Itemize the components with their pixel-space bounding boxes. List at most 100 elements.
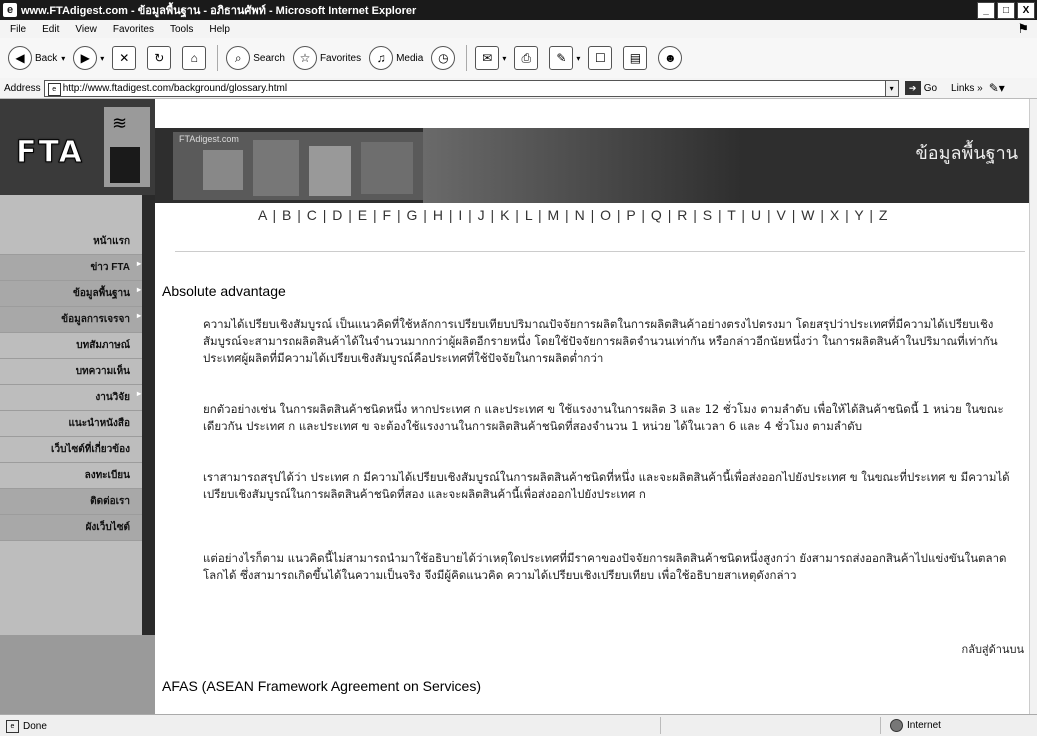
maximize-button[interactable]: □ xyxy=(997,2,1015,19)
media-button[interactable]: ♫ Media xyxy=(369,46,423,70)
logo-block xyxy=(110,147,140,183)
nav-item-contact[interactable]: ติดต่อเรา xyxy=(0,489,142,515)
section-heading: ข้อมูลพื้นฐาน xyxy=(915,143,1018,163)
back-arrow-icon: ◀ xyxy=(8,46,32,70)
forward-button[interactable]: ▶ ▾ xyxy=(73,46,104,70)
nav-item-books[interactable]: แนะนำหนังสือ xyxy=(0,411,142,437)
back-to-top-link[interactable]: กลับสู่ด้านบน xyxy=(962,640,1024,658)
back-button[interactable]: ◀ Back ▾ xyxy=(8,46,65,70)
vertical-scrollbar[interactable] xyxy=(1029,99,1037,714)
research-icon: ▤ xyxy=(623,46,648,70)
standard-toolbar: ◀ Back ▾ ▶ ▾ ✕ ↻ ⌂ ⌕ Search ☆ Favorites … xyxy=(0,38,1037,79)
nav-item-home[interactable]: หน้าแรก xyxy=(0,229,142,255)
stop-icon: ✕ xyxy=(112,46,137,70)
edit-dropdown-icon: ▾ xyxy=(576,53,581,63)
title-bar: e www.FTAdigest.com - ข้อมูลพื้นฐาน - อภ… xyxy=(0,0,1037,20)
edit-icon: ✎ xyxy=(549,46,574,70)
nav-item-research[interactable]: งานวิจัย xyxy=(0,385,142,411)
globe-icon xyxy=(890,719,903,732)
back-label: Back xyxy=(35,52,58,64)
address-bar: Address e http://www.ftadigest.com/backg… xyxy=(0,78,1037,99)
home-button[interactable]: ⌂ xyxy=(182,46,209,70)
nav-item-register[interactable]: ลงทะเบียน xyxy=(0,463,142,489)
banner-tile xyxy=(309,146,351,196)
status-divider xyxy=(880,717,881,734)
limitation-paragraph: แต่อย่างไรก็ตาม แนวคิดนี้ไม่สามารถนำมาใช… xyxy=(203,551,1007,582)
window-title: www.FTAdigest.com - ข้อมูลพื้นฐาน - อภิธ… xyxy=(21,5,417,17)
stop-button[interactable]: ✕ xyxy=(112,46,139,70)
menu-favorites[interactable]: Favorites xyxy=(113,24,154,35)
edit-button[interactable]: ✎ ▾ xyxy=(549,46,580,70)
favorites-button[interactable]: ☆ Favorites xyxy=(292,46,362,70)
left-navigation: FTA ≋ หน้าแรก ข่าว FTA ข้อมูลพื้นฐาน ข้อ… xyxy=(0,99,155,714)
term-title: Absolute advantage xyxy=(162,283,286,299)
favorites-label: Favorites xyxy=(319,52,362,64)
toolbar-extra-icon[interactable]: ✎▾ xyxy=(989,81,1005,95)
site-banner: FTAdigest.com ข้อมูลพื้นฐาน xyxy=(155,128,1030,203)
security-zone: Internet xyxy=(890,719,941,732)
media-label: Media xyxy=(396,52,424,64)
discuss-button[interactable]: ☐ xyxy=(588,46,615,70)
close-button[interactable]: X xyxy=(1017,2,1035,19)
forward-dropdown-icon: ▾ xyxy=(100,53,105,63)
next-term-title: AFAS (ASEAN Framework Agreement on Servi… xyxy=(162,678,481,694)
alphabet-index[interactable]: A | B | C | D | E | F | G | H | I | J | … xyxy=(258,207,888,223)
address-dropdown-icon[interactable]: ▾ xyxy=(884,79,899,97)
history-button[interactable]: ◷ xyxy=(431,46,458,70)
menu-edit[interactable]: Edit xyxy=(42,24,59,35)
toolbar-separator xyxy=(466,45,468,71)
go-label: Go xyxy=(923,82,938,94)
menu-file[interactable]: File xyxy=(10,24,26,35)
nav-item-background[interactable]: ข้อมูลพื้นฐาน xyxy=(0,281,142,307)
print-button[interactable]: ⎙ xyxy=(514,46,541,70)
banner-tile xyxy=(203,150,243,190)
go-button[interactable]: ➔ Go xyxy=(904,81,938,95)
refresh-button[interactable]: ↻ xyxy=(147,46,174,70)
logo-mark-icon: ≋ xyxy=(104,107,150,187)
media-icon: ♫ xyxy=(369,46,394,70)
search-label: Search xyxy=(253,52,285,64)
site-logo[interactable]: FTA ≋ xyxy=(0,99,155,195)
zone-text: Internet xyxy=(907,720,941,731)
banner-tile xyxy=(361,142,413,194)
nav-item-news[interactable]: ข่าว FTA xyxy=(0,255,142,281)
links-button[interactable]: Links » xyxy=(951,83,983,94)
status-text: Done xyxy=(23,720,47,732)
example-paragraph: ยกตัวอย่างเช่น ในการผลิตสินค้าชนิดหนึ่ง … xyxy=(203,402,1004,433)
mail-button[interactable]: ✉ ▾ xyxy=(475,46,506,70)
status-bar: e Done Internet xyxy=(0,714,1037,736)
search-icon: ⌕ xyxy=(226,46,251,70)
top-band xyxy=(155,99,1030,128)
refresh-icon: ↻ xyxy=(147,46,172,70)
menu-tools[interactable]: Tools xyxy=(170,24,193,35)
mail-dropdown-icon: ▾ xyxy=(502,53,507,63)
logo-text: FTA xyxy=(16,135,84,171)
messenger-icon: ☻ xyxy=(658,46,683,70)
star-icon: ☆ xyxy=(292,46,317,70)
nav-item-sitemap[interactable]: ผังเว็บไซต์ xyxy=(0,515,142,541)
nav-item-opinion[interactable]: บทความเห็น xyxy=(0,359,142,385)
address-url: http://www.ftadigest.com/background/glos… xyxy=(62,82,288,94)
history-icon: ◷ xyxy=(431,46,456,70)
page-done-icon: e xyxy=(6,719,19,733)
messenger-button[interactable]: ☻ xyxy=(658,46,685,70)
page-content: FTA ≋ หน้าแรก ข่าว FTA ข้อมูลพื้นฐาน ข้อ… xyxy=(0,99,1030,714)
nav-item-links[interactable]: เว็บไซต์ที่เกี่ยวข้อง xyxy=(0,437,142,463)
go-arrow-icon: ➔ xyxy=(904,81,921,95)
page-icon: e xyxy=(47,82,61,96)
address-input[interactable]: e http://www.ftadigest.com/background/gl… xyxy=(43,79,886,97)
browser-window: e www.FTAdigest.com - ข้อมูลพื้นฐาน - อภ… xyxy=(0,0,1037,736)
menu-bar: File Edit View Favorites Tools Help ⚑ xyxy=(0,20,1037,39)
divider xyxy=(175,251,1025,252)
menu-help[interactable]: Help xyxy=(209,24,230,35)
banner-fade xyxy=(423,128,743,203)
mail-icon: ✉ xyxy=(475,46,500,70)
back-dropdown-icon[interactable]: ▾ xyxy=(61,54,65,63)
minimize-button[interactable]: _ xyxy=(977,2,995,19)
toolbar-separator xyxy=(217,45,219,71)
menu-view[interactable]: View xyxy=(75,24,97,35)
nav-item-interview[interactable]: บทสัมภาษณ์ xyxy=(0,333,142,359)
search-button[interactable]: ⌕ Search xyxy=(226,46,285,70)
research-button[interactable]: ▤ xyxy=(623,46,650,70)
nav-item-negotiation[interactable]: ข้อมูลการเจรจา xyxy=(0,307,142,333)
